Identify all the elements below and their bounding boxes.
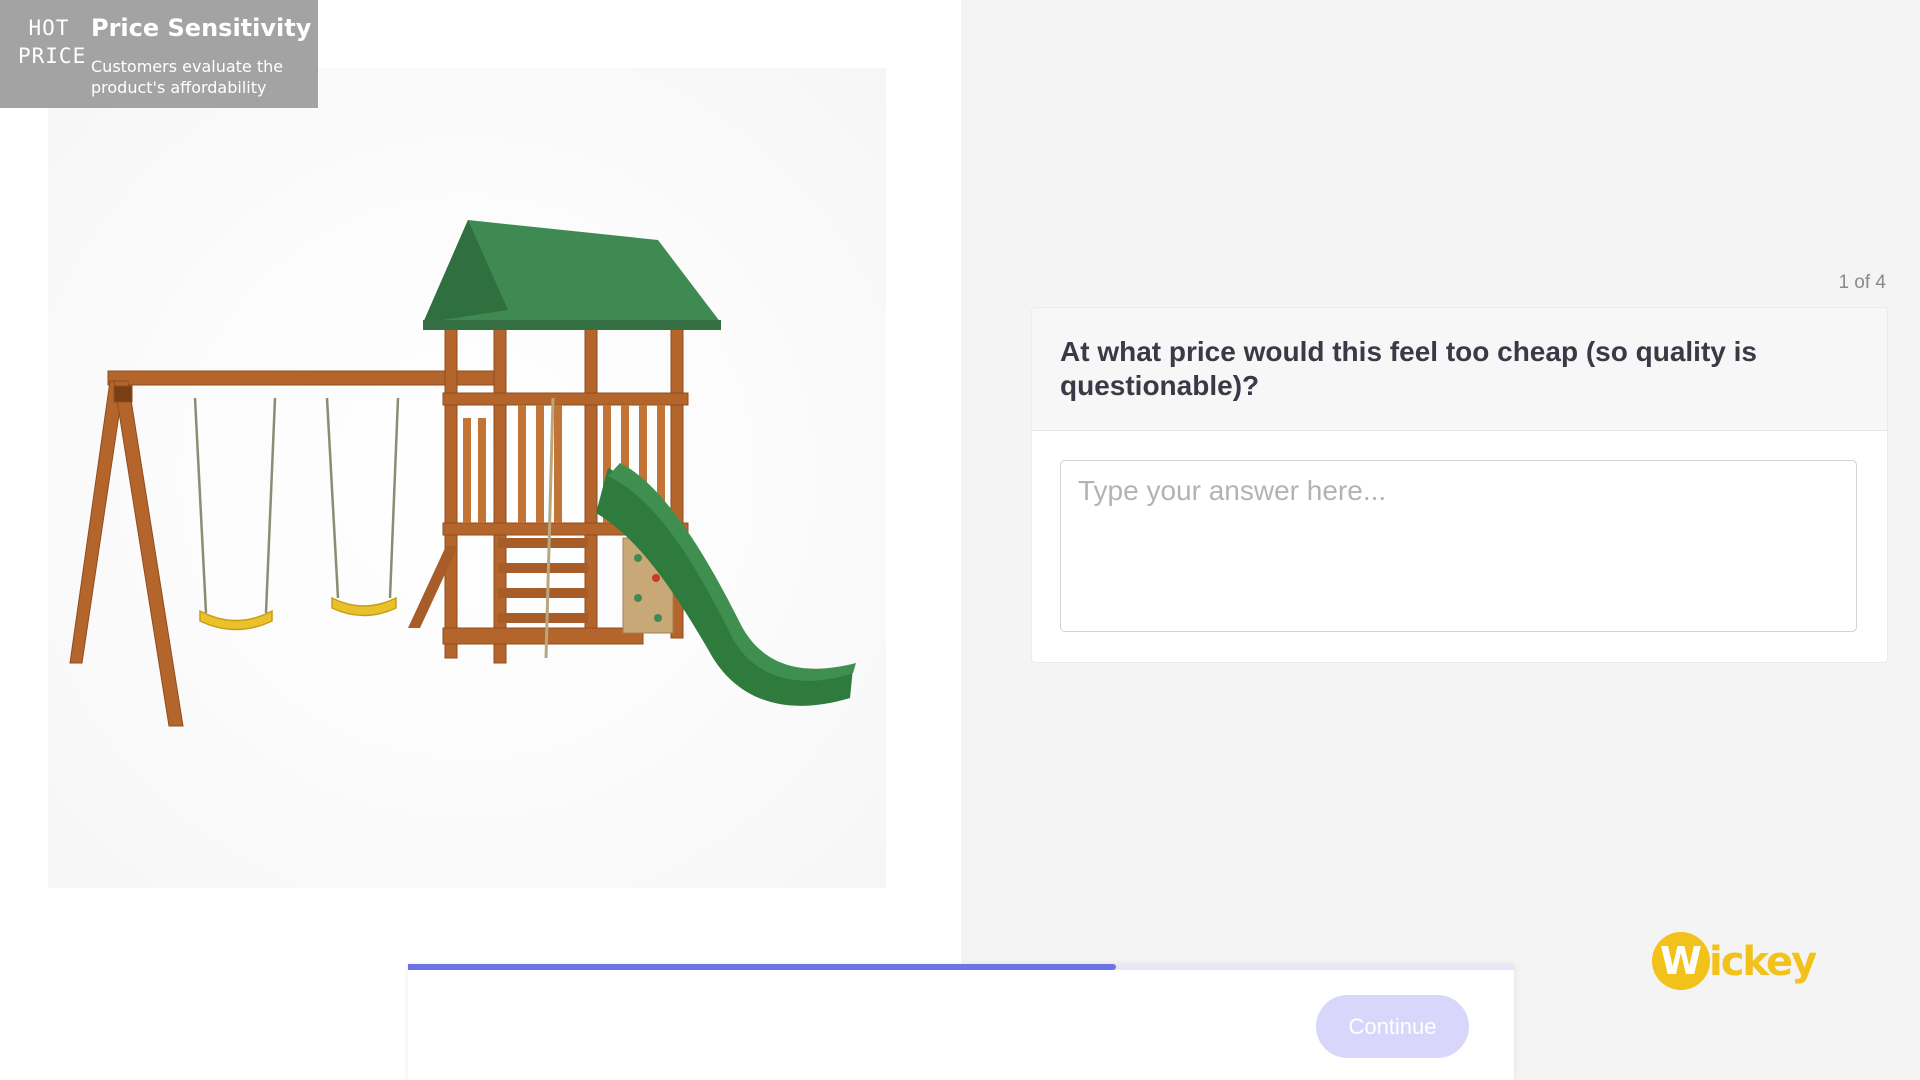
wickey-logo: W ickey bbox=[1651, 928, 1833, 994]
badge-title: Price Sensitivity bbox=[91, 14, 312, 42]
wickey-logo-icon: W ickey bbox=[1652, 932, 1819, 990]
product-image bbox=[48, 68, 886, 888]
svg-text:W: W bbox=[1660, 939, 1702, 983]
price-sensitivity-badge: HOT PRICE Price Sensitivity Customers ev… bbox=[0, 0, 318, 108]
question-counter: 1 of 4 bbox=[1838, 272, 1886, 293]
question-text: At what price would this feel too cheap … bbox=[1060, 336, 1757, 401]
hot-price-logo: HOT PRICE bbox=[18, 14, 87, 70]
continue-button[interactable]: Continue bbox=[1316, 995, 1469, 1058]
footer-bar: Continue bbox=[408, 964, 1514, 1080]
badge-description: Customers evaluate the product's afforda… bbox=[91, 57, 284, 97]
product-panel: HOT PRICE Price Sensitivity Customers ev… bbox=[0, 0, 961, 1080]
question-card: At what price would this feel too cheap … bbox=[1031, 307, 1888, 663]
swings bbox=[193, 397, 400, 614]
progress-track bbox=[408, 964, 1514, 970]
progress-fill bbox=[408, 964, 1116, 970]
svg-text:ickey: ickey bbox=[1709, 939, 1817, 985]
playset-illustration bbox=[69, 220, 856, 727]
question-header: At what price would this feel too cheap … bbox=[1032, 308, 1887, 431]
canopy bbox=[423, 220, 721, 330]
swing-seats bbox=[199, 596, 397, 631]
swing-frame bbox=[69, 370, 504, 727]
answer-input[interactable] bbox=[1060, 460, 1857, 632]
logo-line1: HOT bbox=[28, 16, 70, 40]
logo-line2: PRICE bbox=[18, 44, 87, 68]
